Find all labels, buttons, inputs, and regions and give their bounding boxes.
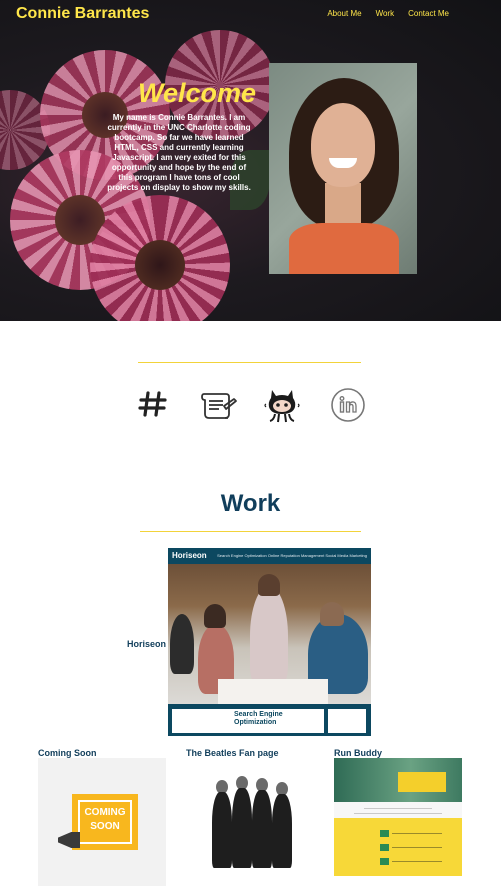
project-label-run-buddy[interactable]: Run Buddy [334,748,382,758]
github-octocat-icon[interactable] [262,384,302,424]
main-nav: About Me Work Contact Me [327,9,449,18]
hero-section: Connie Barrantes About Me Work Contact M… [0,0,501,321]
project-label-coming-soon[interactable]: Coming Soon [38,748,97,758]
linkedin-icon[interactable] [328,385,368,425]
project-label-beatles[interactable]: The Beatles Fan page [186,748,279,758]
project-thumb-horiseon[interactable]: Horiseon Search Engine Optimization Onli… [168,548,371,736]
horiseon-nav: Search Engine Optimization Online Reputa… [217,553,367,558]
project-thumb-coming-soon[interactable]: COMING SOON [38,758,166,886]
coming-soon-image-text: COMING SOON [84,807,126,832]
horiseon-hero-image [168,564,371,704]
profile-photo [269,63,417,274]
page: Connie Barrantes About Me Work Contact M… [0,0,501,889]
site-brand[interactable]: Connie Barrantes [16,5,149,23]
project-thumb-run-buddy[interactable] [334,758,462,876]
welcome-heading: Welcome [137,78,256,108]
scroll-icon[interactable] [198,384,238,424]
nav-about-me[interactable]: About Me [327,9,361,18]
bio-text: My name is Connie Barrantes. I am curren… [107,113,251,192]
divider-line [140,531,361,532]
horiseon-logo: Horiseon [172,551,207,560]
horiseon-card-title: Search Engine Optimization [234,711,283,726]
divider-line [138,362,361,363]
work-heading: Work [220,490,281,517]
nav-contact-me[interactable]: Contact Me [408,9,449,18]
megaphone-icon [58,832,80,848]
flower-center [135,240,185,290]
project-label-horiseon[interactable]: Horiseon [127,639,166,649]
project-thumb-beatles[interactable] [186,758,314,876]
hashtag-icon[interactable] [133,384,173,424]
nav-work[interactable]: Work [376,9,395,18]
